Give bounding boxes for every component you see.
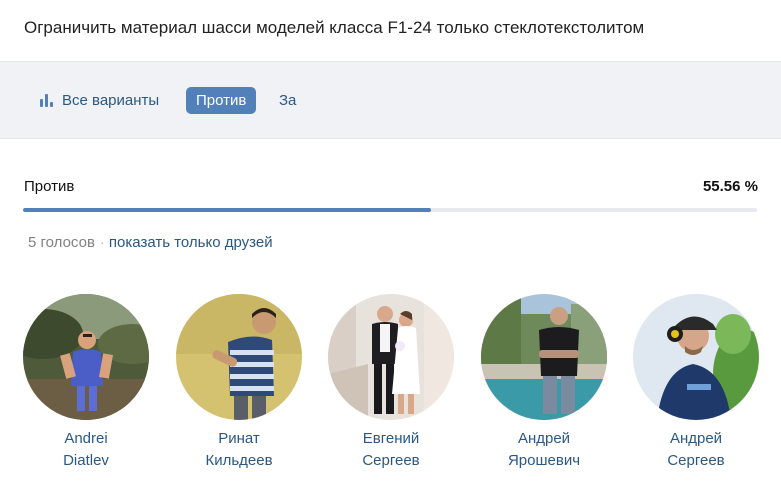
voter-card[interactable]: Андрей Сергеев	[633, 294, 759, 472]
option-label: Против	[24, 178, 75, 195]
separator-dot: ·	[99, 234, 105, 251]
voter-last-name: Ярошевич	[507, 452, 581, 469]
voter-last-name: Сергеев	[362, 452, 420, 469]
tab-for[interactable]: За	[270, 87, 305, 114]
voter-first-name: Андрей	[669, 430, 723, 447]
voter-last-name: Diatlev	[63, 452, 109, 469]
voter-name[interactable]: Андрей Сергеев	[633, 428, 759, 472]
voter-name[interactable]: Андрей Ярошевич	[481, 428, 607, 472]
tab-all-variants[interactable]: Все варианты	[38, 87, 159, 114]
voter-card[interactable]: Andrei Diatlev	[23, 294, 149, 472]
option-progress-fill	[23, 208, 431, 212]
voter-first-name: Ринат	[218, 430, 260, 447]
voter-last-name: Сергеев	[667, 452, 725, 469]
voter-first-name: Andrei	[64, 430, 108, 447]
tab-against-label: Против	[196, 92, 247, 109]
poll-header: Ограничить материал шасси моделей класса…	[0, 0, 781, 62]
voter-name[interactable]: Andrei Diatlev	[23, 428, 149, 472]
option-progress-bar	[23, 208, 757, 212]
avatar[interactable]	[481, 294, 607, 420]
voter-first-name: Андрей	[517, 430, 571, 447]
voter-name[interactable]: Ринат Кильдеев	[176, 428, 302, 472]
votes-meta: 5 голосов · показать только друзей	[28, 234, 273, 251]
option-percent: 55.56 %	[702, 178, 758, 195]
answer-tabs: Все варианты Против За	[0, 62, 781, 139]
avatar[interactable]	[633, 294, 759, 420]
voter-last-name: Кильдеев	[205, 452, 273, 469]
voter-card[interactable]: Евгений Сергеев	[328, 294, 454, 472]
avatar[interactable]	[328, 294, 454, 420]
avatar[interactable]	[176, 294, 302, 420]
voter-card[interactable]: Ринат Кильдеев	[176, 294, 302, 472]
tab-all-variants-label: Все варианты	[62, 92, 160, 109]
poll-question: Ограничить материал шасси моделей класса…	[24, 18, 645, 37]
votes-count: 5 голосов	[28, 234, 95, 251]
voter-first-name: Евгений	[362, 430, 420, 447]
bar-chart-icon	[40, 94, 54, 107]
tab-for-label: За	[279, 92, 297, 109]
tab-against[interactable]: Против	[186, 87, 257, 114]
voter-card[interactable]: Андрей Ярошевич	[481, 294, 607, 472]
show-friends-link[interactable]: показать только друзей	[109, 234, 273, 251]
avatar[interactable]	[23, 294, 149, 420]
voter-name[interactable]: Евгений Сергеев	[328, 428, 454, 472]
